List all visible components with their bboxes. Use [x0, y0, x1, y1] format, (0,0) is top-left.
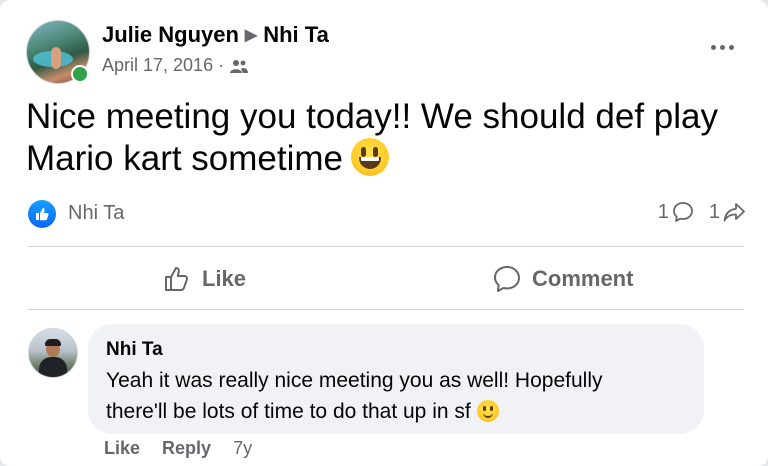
comment-bubble: Nhi Ta Yeah it was really nice meeting y…: [88, 324, 704, 434]
divider: [28, 246, 744, 247]
comment-count[interactable]: 1: [658, 200, 695, 224]
reactions-bar: Nhi Ta 1 1: [28, 199, 746, 229]
share-count-value: 1: [708, 200, 720, 223]
divider: [28, 309, 744, 310]
thumbs-up-icon: [165, 267, 189, 291]
friends-icon[interactable]: [229, 58, 249, 74]
online-status-dot: [71, 65, 89, 83]
post-meta: April 17, 2016 ·: [102, 55, 249, 76]
comment-actions: Like Reply 7y: [104, 438, 274, 459]
avatar-figure-shape: [51, 47, 61, 69]
comment-text-line2: there'll be lots of time to do that up i…: [106, 396, 696, 427]
comment-text-line1: Yeah it was really nice meeting you as w…: [106, 369, 603, 392]
post-title: Julie Nguyen ▶ Nhi Ta: [102, 22, 329, 48]
reactor-name-link[interactable]: Nhi Ta: [68, 202, 124, 225]
comment-button-label: Comment: [532, 266, 634, 291]
share-arrow-icon: [723, 203, 745, 222]
post-header: Julie Nguyen ▶ Nhi Ta April 17, 2016 ·: [26, 18, 742, 84]
comment-button[interactable]: Comment: [492, 250, 633, 308]
like-button-label: Like: [202, 266, 247, 291]
post-text-line1: Nice meeting you today!! We should def p…: [26, 97, 718, 136]
engagement-counts: 1 1: [644, 200, 746, 224]
post-text: Nice meeting you today!! We should def p…: [26, 96, 746, 180]
comment-text-line2-text: there'll be lots of time to do that up i…: [106, 400, 471, 423]
post-card: Julie Nguyen ▶ Nhi Ta April 17, 2016 · Nic…: [0, 0, 768, 466]
author-name-link[interactable]: Julie Nguyen: [102, 22, 239, 47]
like-reaction-icon[interactable]: [28, 200, 56, 228]
comment-text: Yeah it was really nice meeting you as w…: [106, 365, 696, 427]
commenter-avatar[interactable]: [28, 328, 78, 378]
recipient-name-link[interactable]: Nhi Ta: [263, 22, 329, 47]
comment-timestamp[interactable]: 7y: [233, 438, 252, 459]
comment-reply-link[interactable]: Reply: [162, 438, 211, 459]
comment-icon: [494, 266, 520, 292]
comment-like-link[interactable]: Like: [104, 438, 140, 459]
like-button[interactable]: Like: [162, 250, 246, 308]
caret-right-icon: ▶: [244, 27, 258, 44]
slightly-smiling-face-emoji-icon: [476, 400, 499, 422]
meta-separator: ·: [218, 55, 225, 75]
post-actions: Like Comment: [28, 250, 744, 308]
comment-count-value: 1: [657, 200, 669, 223]
commenter-name-link[interactable]: Nhi Ta: [106, 339, 163, 361]
share-count[interactable]: 1: [709, 200, 746, 224]
comment-bubble-icon: [672, 202, 693, 222]
post-text-line2: Mario kart sometime: [26, 138, 746, 180]
more-options-icon[interactable]: [702, 32, 742, 62]
grinning-face-emoji-icon: [351, 138, 390, 176]
post-text-line2-text: Mario kart sometime: [26, 139, 344, 178]
post-date-link[interactable]: April 17, 2016: [102, 55, 213, 76]
